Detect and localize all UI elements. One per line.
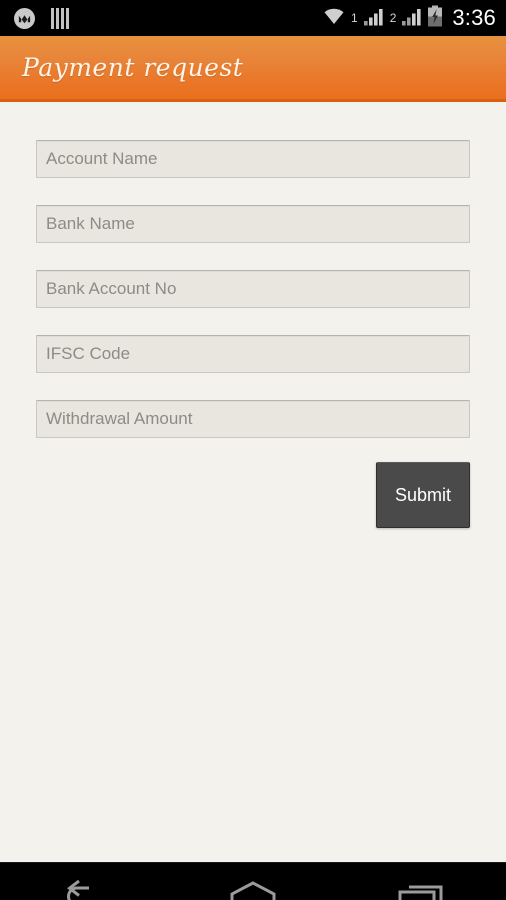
- sim1-label: 1: [351, 11, 358, 25]
- page-title: Payment request: [22, 53, 244, 82]
- ifsc-code-input[interactable]: [36, 335, 470, 373]
- bank-account-no-input[interactable]: [36, 270, 470, 308]
- bars-notification-icon: [51, 7, 69, 29]
- recent-apps-icon: [396, 879, 448, 900]
- action-bar: Payment request: [0, 36, 506, 102]
- home-button[interactable]: [197, 863, 309, 900]
- status-bar-clock: 3:36: [452, 5, 496, 30]
- account-name-input[interactable]: [36, 140, 470, 178]
- back-arrow-icon: [58, 879, 110, 900]
- wifi-icon: [322, 6, 346, 31]
- status-bar-right: 1 2 3:36: [322, 5, 496, 32]
- signal-bars-icon-sim1: [363, 6, 385, 31]
- submit-button-row: Submit: [36, 462, 470, 528]
- battery-charging-icon: [427, 5, 443, 32]
- motorola-logo-icon: [14, 7, 35, 29]
- bank-name-input[interactable]: [36, 205, 470, 243]
- status-bar-left: [14, 7, 69, 29]
- home-icon: [225, 879, 281, 900]
- back-button[interactable]: [28, 863, 140, 900]
- phone-screen: 1 2 3:36 Payment request Account Name Ba…: [0, 0, 506, 900]
- sim2-label: 2: [389, 11, 397, 25]
- signal-bars-icon-sim2: [401, 6, 423, 31]
- recent-apps-button[interactable]: [366, 863, 478, 900]
- withdrawal-amount-input[interactable]: [36, 400, 470, 438]
- navigation-bar: [0, 862, 506, 900]
- payment-request-form: Submit: [0, 102, 506, 862]
- submit-button[interactable]: Submit: [376, 462, 470, 528]
- status-bar: 1 2 3:36: [0, 0, 506, 36]
